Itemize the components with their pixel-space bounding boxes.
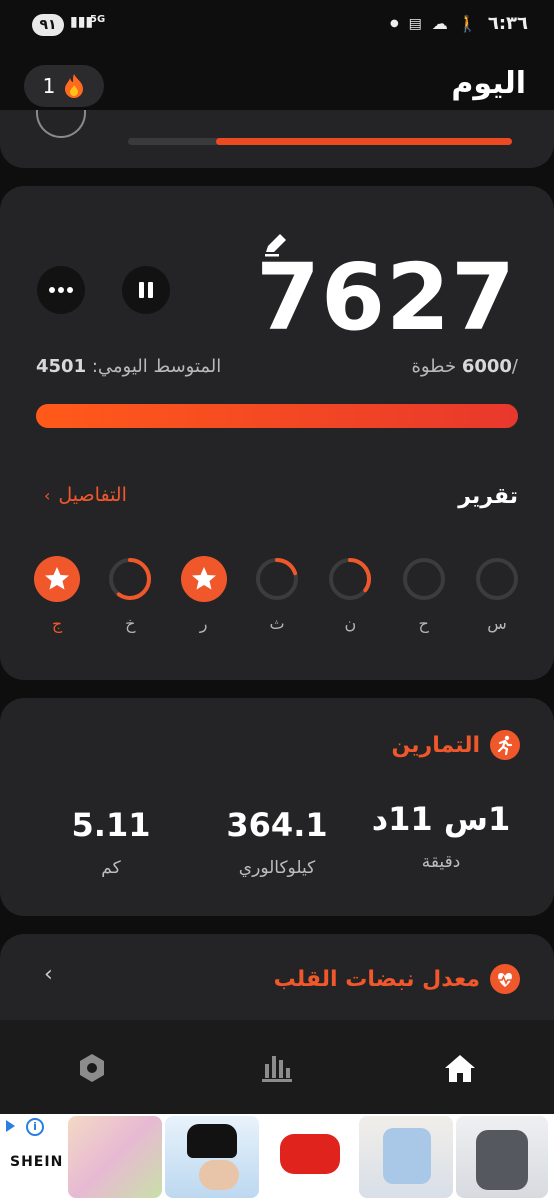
week-days: سحنثرخج <box>28 556 526 633</box>
exercises-header[interactable]: التمارين <box>391 730 520 760</box>
battery-indicator: ٩١ <box>32 14 64 36</box>
day-item[interactable]: ث <box>248 556 306 633</box>
stat-value: 5.11 <box>71 806 151 844</box>
stat-unit: كيلوكالوري <box>238 858 316 878</box>
fire-icon <box>65 74 84 98</box>
notification-dot-icon: ● <box>389 18 399 29</box>
day-label: ث <box>269 614 285 633</box>
day-progress-ring <box>402 558 445 600</box>
details-link[interactable]: ‹ التفاصيل <box>44 484 127 506</box>
exercises-title: التمارين <box>391 732 480 758</box>
day-label: ن <box>344 614 357 633</box>
home-icon <box>445 1055 475 1082</box>
chevron-left-icon[interactable]: ‹ <box>44 962 53 987</box>
more-options-button[interactable] <box>37 266 85 314</box>
clock: ٦:٣٦ <box>487 13 528 34</box>
walking-icon: 🚶 <box>457 14 478 33</box>
steps-goal: /6000 خطوة <box>411 356 518 377</box>
day-item[interactable]: س <box>468 556 526 633</box>
pause-button[interactable] <box>122 266 170 314</box>
heart-icon <box>490 964 520 994</box>
network-type: 5G <box>90 14 106 25</box>
day-item[interactable]: ر <box>175 556 233 633</box>
steps-count: 7627 <box>255 244 516 351</box>
day-label: س <box>487 614 507 633</box>
running-icon <box>490 730 520 760</box>
average-value: 4501 <box>36 356 87 377</box>
nav-home[interactable] <box>438 1046 482 1090</box>
day-label: خ <box>125 614 136 633</box>
goal-prefix: / <box>511 356 518 377</box>
top-progress-fill <box>216 138 512 145</box>
ad-product-image[interactable] <box>165 1116 259 1198</box>
average-label: المتوسط اليومي: <box>91 356 222 377</box>
stats-icon <box>262 1056 292 1082</box>
streak-badge[interactable]: 1 <box>24 65 104 107</box>
day-item[interactable]: ح <box>395 556 453 633</box>
stat-calories: 364.1 كيلوكالوري <box>202 806 352 878</box>
goal-unit: خطوة <box>411 356 457 377</box>
day-complete-star-icon <box>180 556 227 602</box>
streak-count: 1 <box>42 74 56 98</box>
daily-average: المتوسط اليومي: 4501 <box>36 356 221 377</box>
stat-unit: دقيقة <box>421 852 461 872</box>
more-icon <box>49 287 73 293</box>
day-complete-star-icon <box>34 556 80 602</box>
day-item[interactable]: خ <box>101 556 159 633</box>
stat-distance: 5.11 كم <box>36 806 186 878</box>
heart-rate-title: معدل نبضات القلب <box>273 966 480 992</box>
day-progress-ring <box>329 558 372 600</box>
ad-product-image[interactable] <box>456 1116 548 1198</box>
report-title: تقرير <box>458 484 518 509</box>
goal-number: 6000 <box>461 356 512 377</box>
day-item[interactable]: ن <box>321 556 379 633</box>
stack-icon: ▤ <box>408 15 422 32</box>
stat-value: 1س 11د <box>371 800 511 838</box>
cloud-icon: ☁ <box>431 14 448 33</box>
ad-info-icon[interactable]: i <box>26 1118 44 1136</box>
stat-duration: 1س 11د دقيقة <box>366 800 516 872</box>
chevron-left-icon: ‹ <box>44 485 51 505</box>
day-progress-ring <box>109 558 152 600</box>
day-label: ح <box>418 614 429 633</box>
nav-stats[interactable] <box>255 1046 299 1090</box>
steps-progress-fill <box>36 404 518 428</box>
details-label: التفاصيل <box>58 484 127 506</box>
page-title: اليوم <box>451 66 526 101</box>
steps-progress-track <box>36 404 518 428</box>
day-label: ج <box>51 614 63 633</box>
ad-play-icon[interactable] <box>6 1120 15 1132</box>
status-bar: ٩١ ▮▮▮ 5G ● ▤ ☁ 🚶 ٦:٣٦ <box>0 0 554 52</box>
ad-product-image[interactable] <box>262 1116 356 1198</box>
ad-product-image[interactable] <box>359 1116 453 1198</box>
day-progress-ring <box>475 558 518 600</box>
heart-rate-header[interactable]: معدل نبضات القلب <box>274 964 520 994</box>
day-progress-ring <box>255 558 298 600</box>
top-progress-track <box>128 138 512 145</box>
pause-icon <box>139 282 153 298</box>
stat-value: 364.1 <box>226 806 328 844</box>
stat-unit: كم <box>101 858 121 878</box>
settings-icon <box>80 1054 104 1082</box>
ad-brand: SHEIN <box>10 1154 64 1170</box>
ad-product-image[interactable] <box>68 1116 162 1198</box>
day-label: ر <box>199 614 208 633</box>
day-item[interactable]: ج <box>28 556 86 633</box>
nav-settings[interactable] <box>70 1046 114 1090</box>
